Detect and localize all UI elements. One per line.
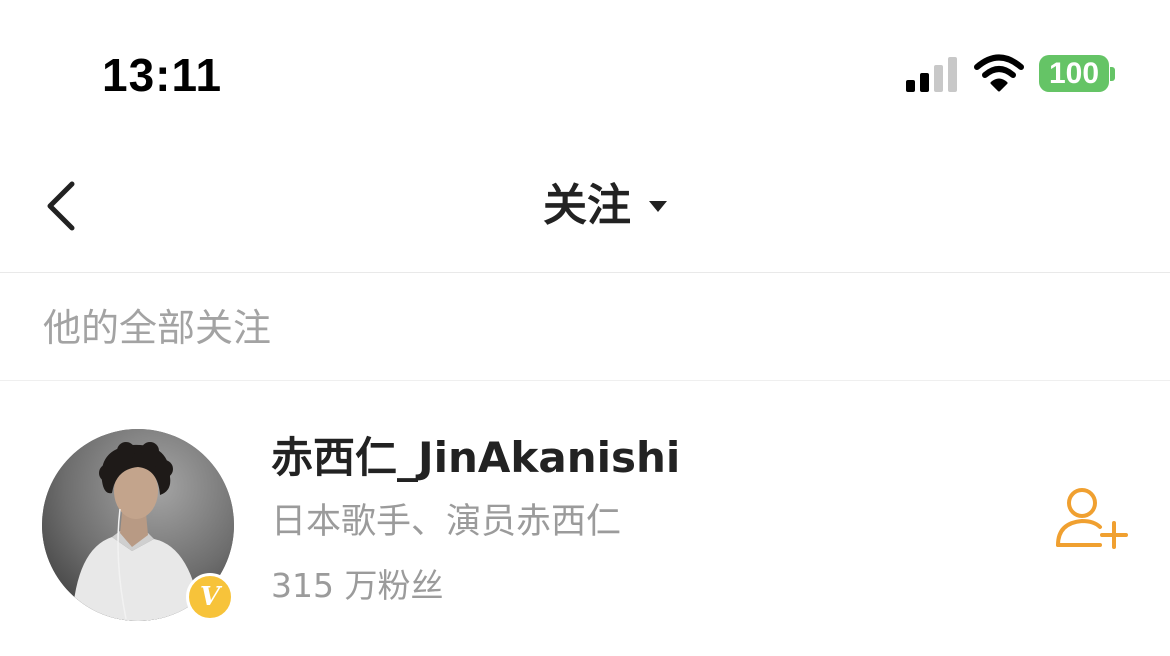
nav-title-dropdown[interactable]: 关注 (503, 181, 667, 231)
wifi-icon (974, 54, 1024, 92)
follower-count: 315 万粉丝 (271, 566, 444, 605)
add-user-icon (1056, 488, 1128, 549)
signal-bar (906, 80, 915, 92)
section-title: 他的全部关注 (43, 306, 272, 350)
section-header: 他的全部关注 (0, 273, 1170, 381)
user-name[interactable]: 赤西仁_JinAkanishi (271, 433, 680, 483)
signal-bar (920, 73, 929, 92)
cellular-signal-icon (906, 56, 960, 92)
nav-title-wrap: 关注 (0, 140, 1170, 272)
caret-down-icon (649, 200, 667, 212)
user-description: 日本歌手、演员赤西仁 (271, 502, 622, 542)
nav-title: 关注 (543, 180, 631, 231)
user-list-item[interactable]: V 赤西仁_JinAkanishi 日本歌手、演员赤西仁 315 万粉丝 (0, 381, 1170, 656)
verified-badge-icon: V (186, 573, 234, 621)
nav-bar: 关注 (0, 140, 1170, 273)
signal-bar (948, 57, 957, 92)
battery-tip (1110, 67, 1115, 81)
status-time: 13:11 (102, 49, 223, 101)
battery-indicator: 100 (1039, 55, 1109, 92)
follow-button[interactable] (1052, 485, 1130, 551)
status-bar: 13:11 100 (0, 0, 1170, 140)
signal-bar (934, 65, 943, 92)
